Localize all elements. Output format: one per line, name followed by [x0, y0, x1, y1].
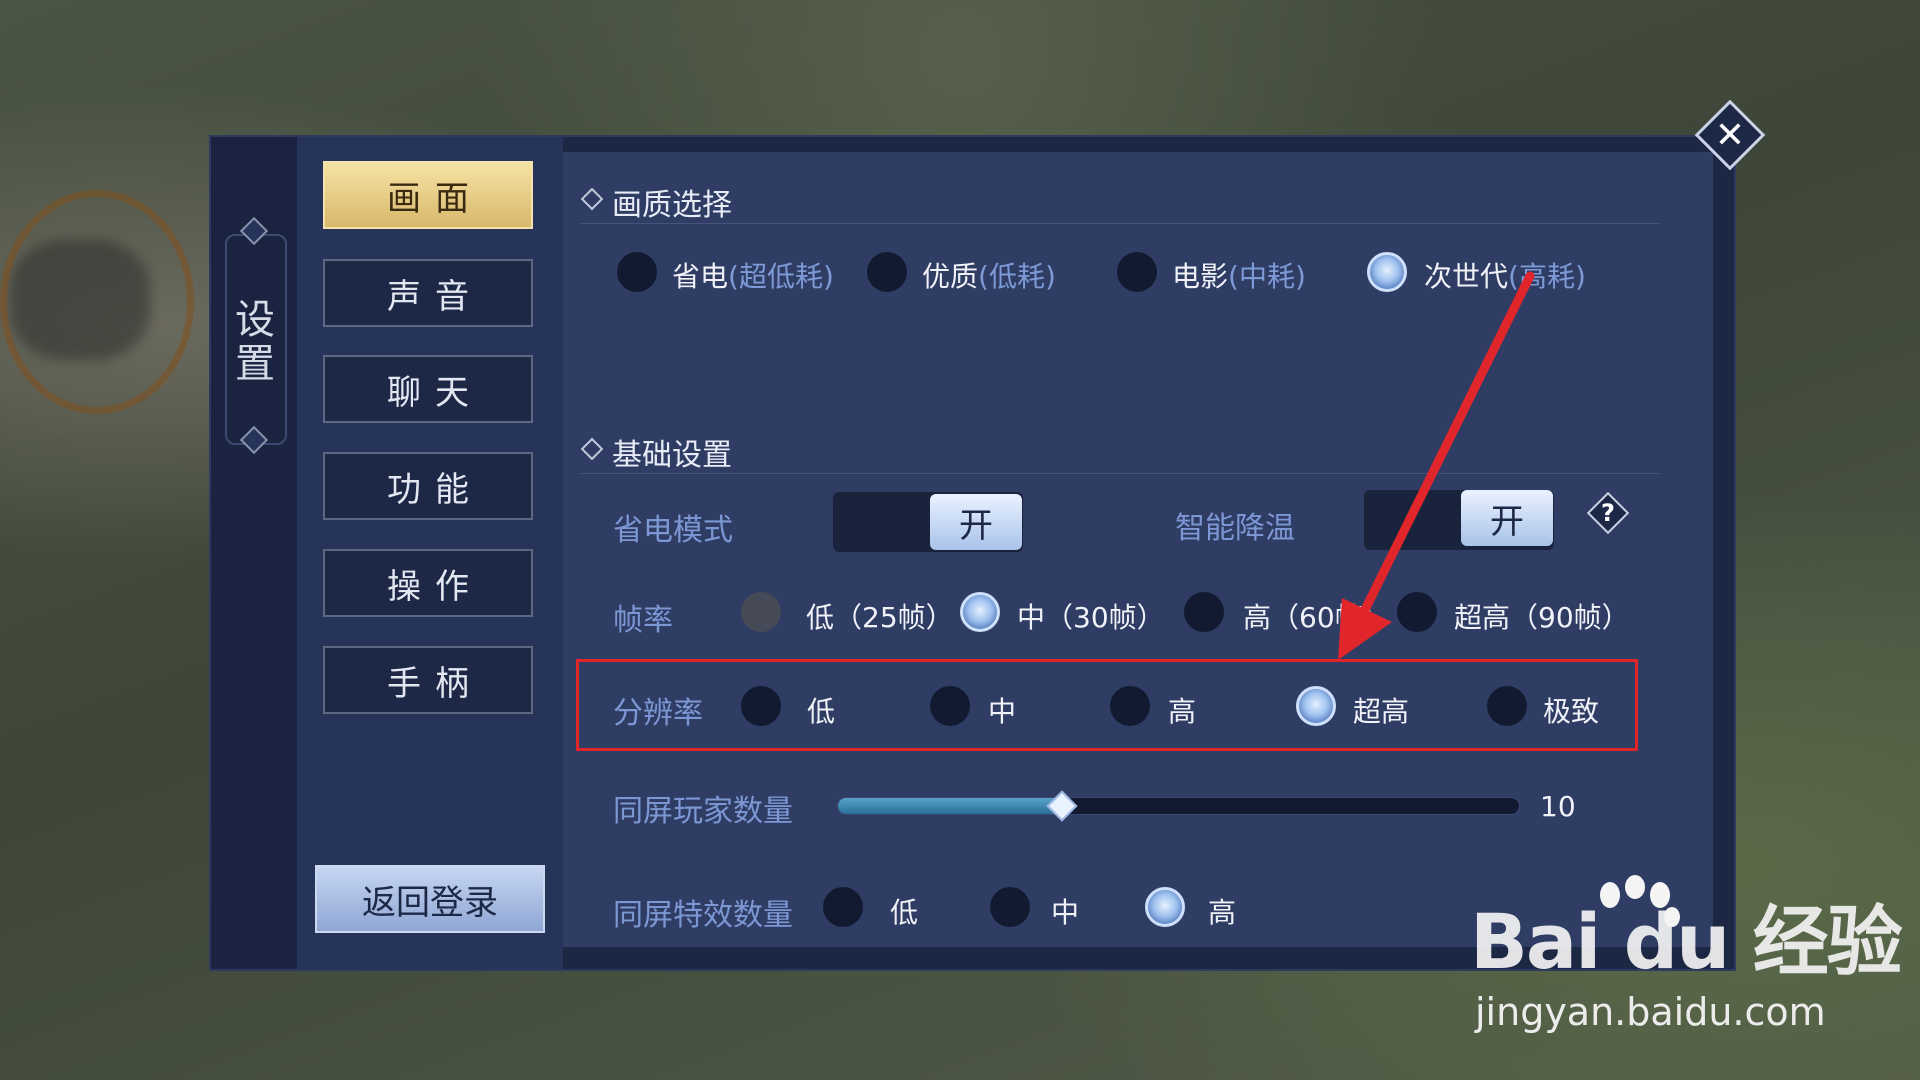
tab-picture[interactable]: 画面 [323, 161, 533, 229]
framerate-radio-low[interactable] [741, 592, 781, 632]
effects-option-low[interactable]: 低 [890, 891, 918, 931]
basic-section-title: 基础设置 [612, 438, 732, 473]
players-slider-fill [838, 798, 1063, 814]
option-name: 优质 [922, 260, 979, 293]
framerate-label: 帧率 [613, 603, 673, 638]
option-hint: (低耗) [978, 260, 1056, 293]
option-name: 省电 [672, 260, 729, 293]
quality-radio-power[interactable] [617, 252, 657, 292]
framerate-radio-high[interactable] [1184, 592, 1224, 632]
tab-controls[interactable]: 操作 [323, 549, 533, 617]
tab-function[interactable]: 功能 [323, 452, 533, 520]
smart-cooling-label: 智能降温 [1175, 511, 1295, 546]
framerate-radio-mid[interactable] [960, 592, 1000, 632]
effects-option-mid[interactable]: 中 [1051, 891, 1079, 931]
close-icon[interactable]: ✕ [1705, 110, 1755, 160]
quality-option-movie[interactable]: 电影(中耗) [1172, 255, 1306, 295]
quality-section-title: 画质选择 [612, 188, 732, 223]
option-hint: (中耗) [1228, 260, 1306, 293]
players-slider-track[interactable] [837, 797, 1520, 815]
quality-radio-movie[interactable] [1117, 252, 1157, 292]
background-ring [0, 190, 194, 414]
divider [580, 223, 1660, 224]
settings-title: 设置 [235, 297, 275, 387]
effects-radio-mid[interactable] [990, 887, 1030, 927]
players-on-screen-label: 同屏玩家数量 [613, 794, 793, 829]
option-hint: (超低耗) [728, 260, 834, 293]
quality-option-power[interactable]: 省电(超低耗) [672, 255, 834, 295]
effects-radio-low[interactable] [823, 887, 863, 927]
tab-sound[interactable]: 声音 [323, 259, 533, 327]
quality-radio-good[interactable] [867, 252, 907, 292]
question-mark-icon[interactable]: ? [1593, 498, 1623, 528]
power-saving-label: 省电模式 [613, 513, 733, 548]
framerate-option-low[interactable]: 低（25帧） [806, 596, 954, 636]
quality-option-good[interactable]: 优质(低耗) [922, 255, 1056, 295]
framerate-option-mid[interactable]: 中（30帧） [1017, 596, 1165, 636]
watermark-logo: Bai du 经验 [1470, 897, 1903, 986]
effects-option-high[interactable]: 高 [1208, 891, 1236, 931]
annotation-highlight-box [576, 659, 1638, 751]
tab-gamepad[interactable]: 手柄 [323, 646, 533, 714]
watermark-url: jingyan.baidu.com [1475, 990, 1826, 1034]
tab-chat[interactable]: 聊天 [323, 355, 533, 423]
option-name: 电影 [1172, 260, 1229, 293]
players-slider-value: 10 [1540, 790, 1576, 823]
effects-on-screen-label: 同屏特效数量 [613, 898, 793, 933]
effects-radio-high[interactable] [1145, 887, 1185, 927]
power-saving-toggle-knob[interactable]: 开 [930, 494, 1022, 550]
annotation-arrow [1338, 271, 1535, 660]
back-to-login-button[interactable]: 返回登录 [315, 865, 545, 933]
